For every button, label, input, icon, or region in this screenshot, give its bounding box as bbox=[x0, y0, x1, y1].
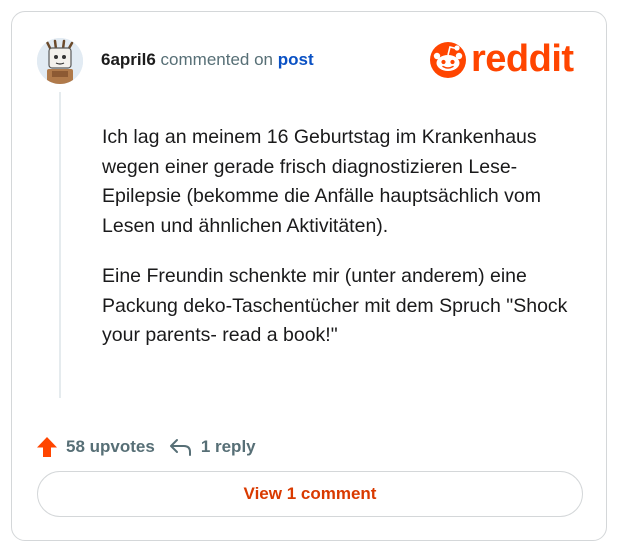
reply-arrow-icon bbox=[169, 439, 191, 456]
reddit-snoo-icon bbox=[430, 42, 466, 78]
reply-count: 1 reply bbox=[200, 437, 256, 456]
commented-on-text: commented on bbox=[160, 50, 273, 69]
username[interactable]: 6april6 bbox=[101, 50, 156, 69]
comment-paragraph: Eine Freundin schenkte mir (unter andere… bbox=[102, 265, 568, 346]
upvote-count: 58 upvotes bbox=[66, 437, 155, 456]
view-comments-label: View 1 comment bbox=[243, 484, 377, 503]
comment-header: 6april6 commented on post bbox=[101, 50, 314, 70]
reply-button[interactable]: 1 reply bbox=[169, 437, 256, 457]
reddit-logo[interactable]: reddit bbox=[428, 38, 588, 81]
thread-line bbox=[59, 92, 61, 398]
comment-body: Ich lag an meinem 16 Geburtstag im Krank… bbox=[102, 123, 572, 372]
user-avatar[interactable] bbox=[37, 38, 83, 84]
snoo-avatar-icon bbox=[37, 38, 83, 84]
reddit-wordmark: reddit bbox=[471, 38, 574, 80]
comment-actions: 58 upvotes 1 reply bbox=[36, 434, 256, 460]
comment-paragraph: Ich lag an meinem 16 Geburtstag im Krank… bbox=[102, 126, 541, 237]
view-comments-button[interactable]: View 1 comment bbox=[37, 471, 583, 517]
post-link[interactable]: post bbox=[278, 50, 314, 69]
arrow-up-icon bbox=[37, 437, 57, 457]
upvote-button[interactable]: 58 upvotes bbox=[36, 436, 155, 458]
